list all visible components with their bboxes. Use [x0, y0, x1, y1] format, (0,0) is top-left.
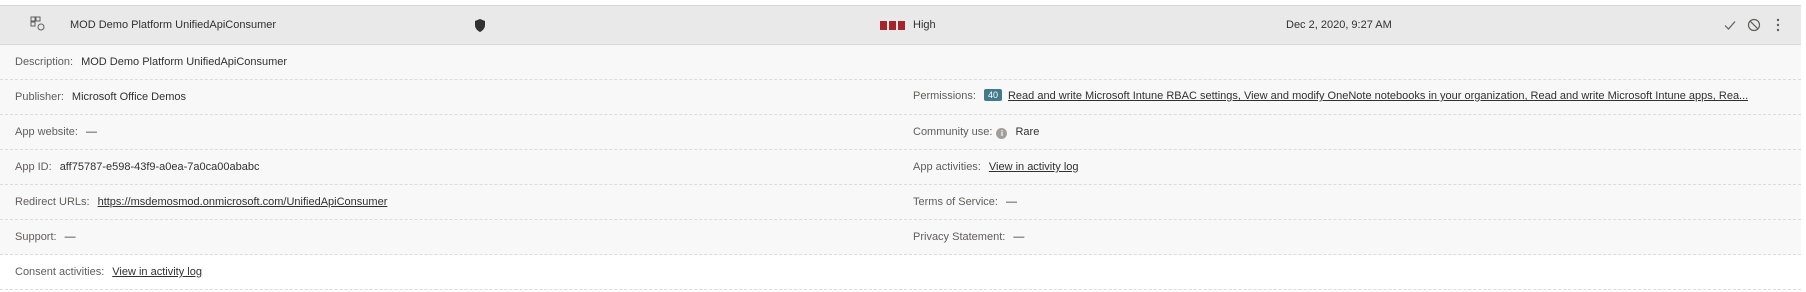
publisher-label: Publisher: [15, 91, 64, 103]
app-icon [30, 16, 46, 32]
detail-row-publisher: Publisher: Microsoft Office Demos Permiss… [0, 80, 1801, 115]
app-website-field: App website: — [15, 126, 97, 138]
risk-bar [898, 21, 905, 30]
support-label: Support: [15, 231, 57, 243]
terms-of-service-label: Terms of Service: [913, 196, 998, 208]
app-activities-label: App activities: [913, 161, 981, 173]
detail-row-app-id: App ID: aff75787-e598-43f9-a0ea-7a0ca00ab… [0, 150, 1801, 185]
detail-row-redirect: Redirect URLs: https://msdemosmod.onmicro… [0, 185, 1801, 220]
community-use-value: Rare [1015, 126, 1040, 138]
app-activities-field: App activities: View in activity log [913, 161, 1079, 173]
info-icon[interactable]: i [996, 128, 1008, 139]
description-label: Description: [15, 56, 74, 68]
risk-level-indicator [880, 21, 905, 31]
consent-activities-label: Consent activities: [15, 266, 105, 278]
ban-icon[interactable] [1747, 17, 1761, 33]
redirect-urls-field: Redirect URLs: https://msdemosmod.onmicro… [15, 196, 387, 208]
redirect-urls-label: Redirect URLs: [15, 196, 90, 208]
publisher-value: Microsoft Office Demos [71, 91, 187, 103]
privacy-statement-label: Privacy Statement: [913, 231, 1006, 243]
detail-row-website: App website: — Community use: i Rare [0, 115, 1801, 150]
description-field: Description: MOD Demo Platform UnifiedApi… [15, 56, 287, 68]
redirect-url-link[interactable]: https://msdemosmod.onmicrosoft.com/Unifi… [98, 196, 388, 208]
risk-bar [880, 21, 887, 30]
app-detail-panel: MOD Demo Platform UnifiedApiConsumer Hig… [0, 0, 1806, 292]
support-field: Support: — [15, 231, 76, 243]
support-value: — [64, 231, 76, 243]
detail-row-consent: Consent activities: View in activity log [0, 255, 1801, 290]
risk-label: High [913, 19, 936, 31]
app-activities-link[interactable]: View in activity log [989, 161, 1079, 173]
community-use-label: Community use: [913, 126, 993, 138]
terms-of-service-value: — [1005, 196, 1017, 208]
risk-bar [889, 21, 896, 30]
last-modified-date: Dec 2, 2020, 9:27 AM [1286, 19, 1392, 31]
permissions-count-badge: 40 [983, 89, 1002, 101]
community-use-field: Community use: i Rare [913, 126, 1039, 139]
detail-row-support: Support: — Privacy Statement: — [0, 220, 1801, 255]
row-actions [1723, 17, 1785, 33]
shield-icon [474, 19, 486, 32]
terms-of-service-field: Terms of Service: — [913, 196, 1017, 208]
app-website-value: — [85, 126, 97, 138]
detail-row-description: Description: MOD Demo Platform UnifiedApi… [0, 45, 1801, 80]
privacy-statement-value: — [1013, 231, 1025, 243]
privacy-statement-field: Privacy Statement: — [913, 231, 1024, 243]
permissions-field: Permissions: 40 Read and write Microsoft I… [913, 89, 1748, 102]
approve-icon[interactable] [1723, 17, 1737, 33]
app-id-label: App ID: [15, 161, 52, 173]
app-name: MOD Demo Platform UnifiedApiConsumer [70, 19, 277, 31]
app-row-header[interactable]: MOD Demo Platform UnifiedApiConsumer Hig… [0, 5, 1801, 45]
permissions-link[interactable]: Read and write Microsoft Intune RBAC set… [1008, 90, 1748, 102]
app-website-label: App website: [15, 126, 78, 138]
description-value: MOD Demo Platform UnifiedApiConsumer [81, 56, 288, 68]
more-icon[interactable] [1771, 17, 1785, 33]
consent-activities-field: Consent activities: View in activity log [15, 266, 202, 278]
app-id-field: App ID: aff75787-e598-43f9-a0ea-7a0ca00ab… [15, 161, 260, 173]
permissions-label: Permissions: [913, 90, 976, 102]
publisher-field: Publisher: Microsoft Office Demos [15, 91, 186, 103]
consent-activities-link[interactable]: View in activity log [112, 266, 202, 278]
app-id-value: aff75787-e598-43f9-a0ea-7a0ca00ababc [59, 161, 260, 173]
